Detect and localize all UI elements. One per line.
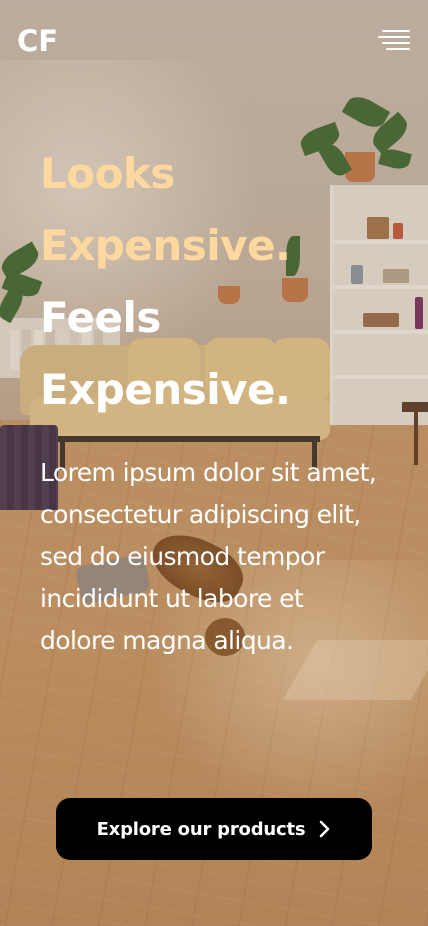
explore-products-button[interactable]: Explore our products bbox=[56, 798, 372, 860]
hero-section: CF Looks Expensive. Feels Expensive. Lor… bbox=[0, 0, 428, 926]
headline-line: Expensive. bbox=[40, 221, 291, 270]
brand-logo[interactable]: CF bbox=[17, 24, 58, 58]
hero-description: Lorem ipsum dolor sit amet, consectetur … bbox=[40, 458, 377, 655]
hero-headline: Looks Expensive. Feels Expensive. bbox=[40, 138, 410, 426]
explore-products-label: Explore our products bbox=[96, 818, 306, 840]
headline-line: Expensive. bbox=[40, 365, 291, 414]
hamburger-menu-icon[interactable] bbox=[376, 28, 410, 54]
chevron-right-icon bbox=[319, 820, 331, 838]
headline-line: Feels bbox=[40, 293, 161, 342]
headline-line: Looks bbox=[40, 149, 175, 198]
